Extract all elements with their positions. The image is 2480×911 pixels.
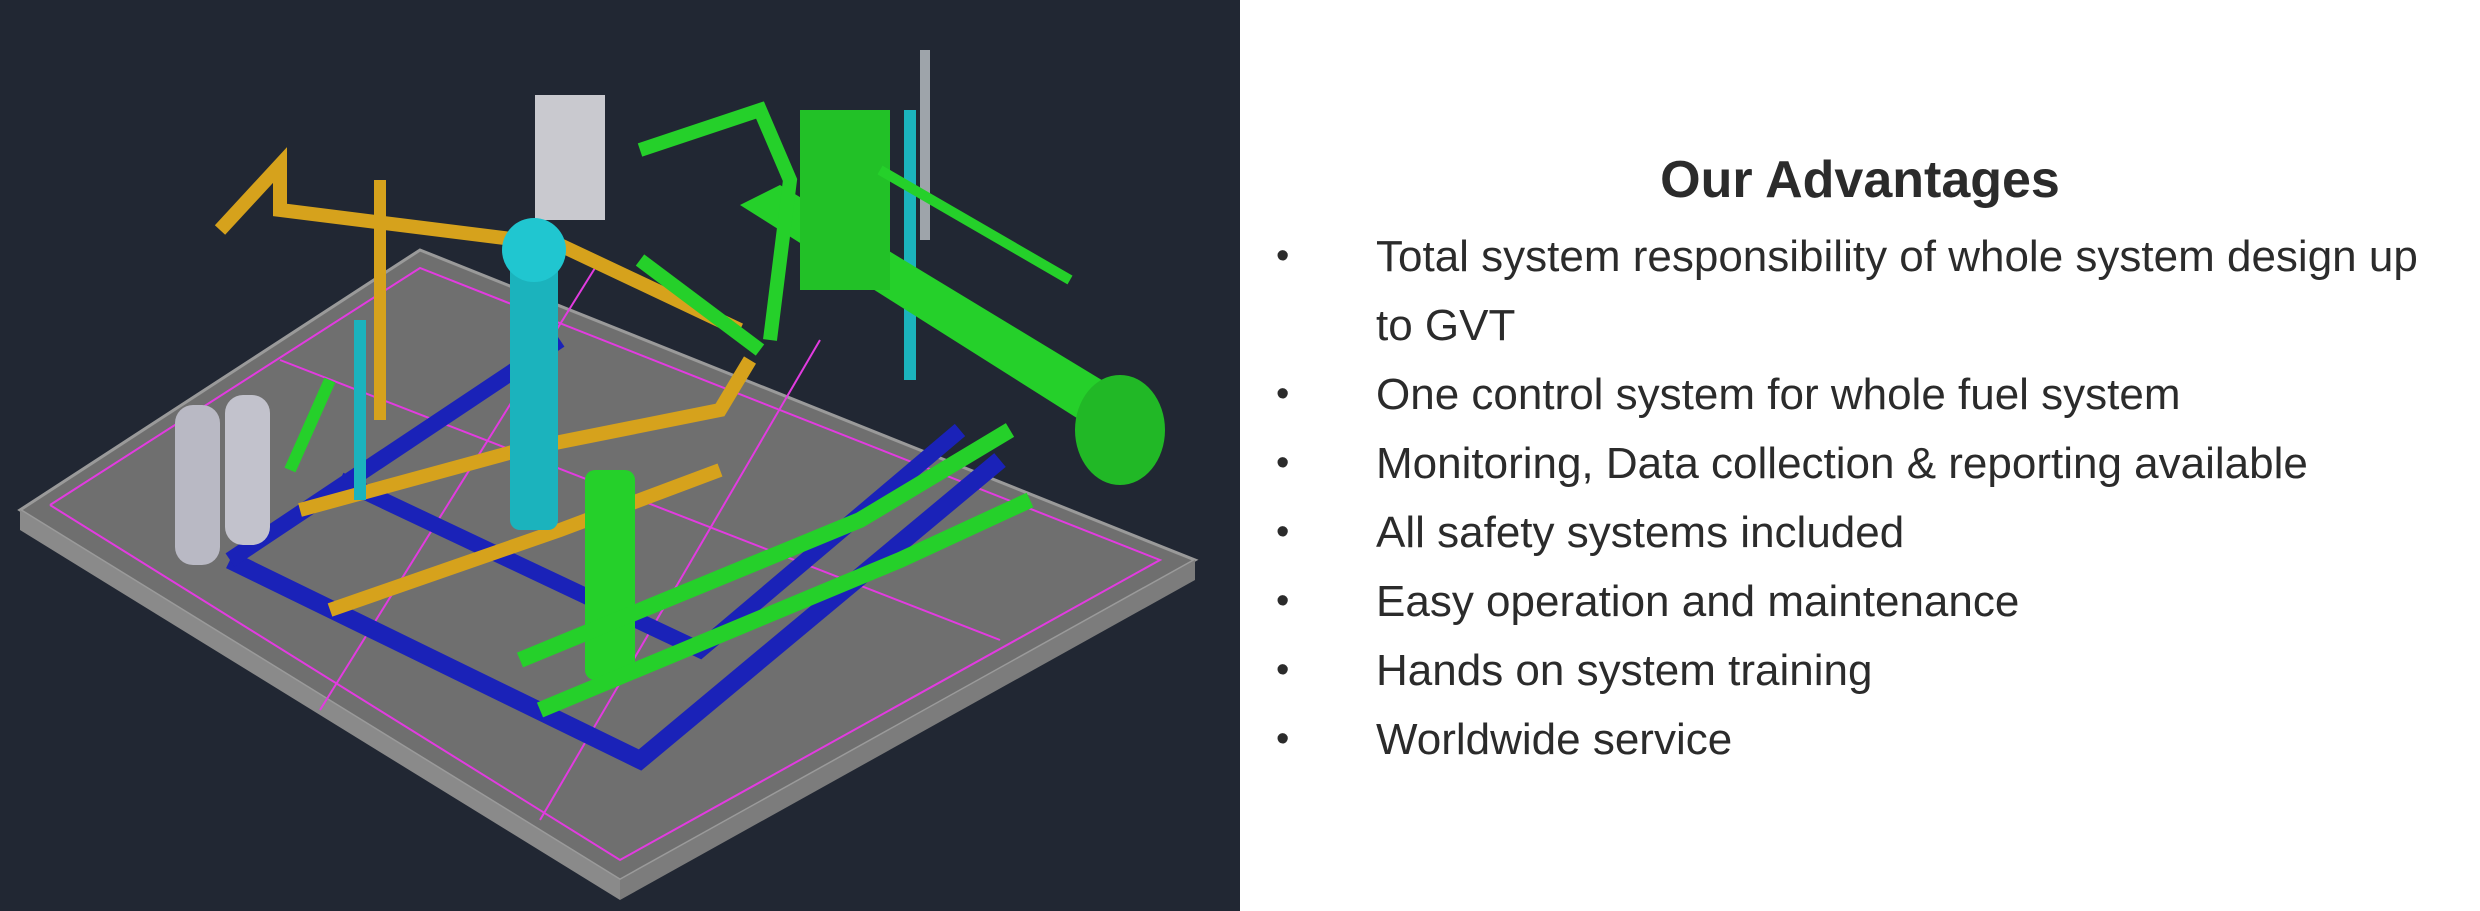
green-pipe-top bbox=[637, 101, 798, 341]
cyan-pump-motor bbox=[502, 218, 566, 282]
gray-filter-vessel-1 bbox=[175, 405, 220, 565]
advantage-item: • Worldwide service bbox=[1276, 705, 2466, 774]
green-pipe-side bbox=[635, 254, 765, 356]
advantages-panel: Our Advantages • Total system responsibil… bbox=[1240, 0, 2480, 911]
advantage-text: Total system responsibility of whole sys… bbox=[1376, 232, 2418, 350]
bullet-icon: • bbox=[1276, 373, 1290, 415]
advantage-item: • Easy operation and maintenance bbox=[1276, 567, 2466, 636]
bullet-icon: • bbox=[1276, 442, 1290, 484]
advantage-text: Worldwide service bbox=[1376, 715, 1733, 764]
green-exchanger-tower bbox=[800, 110, 890, 290]
green-exchanger-head bbox=[1075, 375, 1165, 485]
bullet-icon: • bbox=[1276, 511, 1290, 553]
advantage-text: All safety systems included bbox=[1376, 508, 1905, 557]
bullet-icon: • bbox=[1276, 580, 1290, 622]
cyan-pump bbox=[510, 240, 558, 530]
bullet-icon: • bbox=[1276, 649, 1290, 691]
advantage-text: Monitoring, Data collection & reporting … bbox=[1376, 439, 2308, 488]
gray-filter-vessel-2 bbox=[225, 395, 270, 545]
advantage-item: • All safety systems included bbox=[1276, 498, 2466, 567]
bullet-icon: • bbox=[1276, 718, 1290, 760]
advantage-item: • Total system responsibility of whole sy… bbox=[1276, 222, 2466, 360]
fuel-skid-illustration bbox=[17, 50, 1199, 900]
advantage-text: Hands on system training bbox=[1376, 646, 1873, 695]
advantage-text: One control system for whole fuel system bbox=[1376, 370, 2181, 419]
fuel-skid-render bbox=[0, 0, 1240, 911]
gray-filter-box bbox=[535, 95, 605, 220]
bullet-icon: • bbox=[1276, 235, 1290, 277]
advantages-title: Our Advantages bbox=[1660, 151, 2060, 209]
advantage-item: • Monitoring, Data collection & reporting… bbox=[1276, 429, 2466, 498]
advantage-item: • Hands on system training bbox=[1276, 636, 2466, 705]
gray-vent-stack bbox=[920, 50, 930, 240]
green-pump bbox=[585, 470, 635, 680]
advantages-list: • Total system responsibility of whole sy… bbox=[1276, 222, 2466, 774]
advantage-text: Easy operation and maintenance bbox=[1376, 577, 2020, 626]
advantage-item: • One control system for whole fuel syste… bbox=[1276, 360, 2466, 429]
